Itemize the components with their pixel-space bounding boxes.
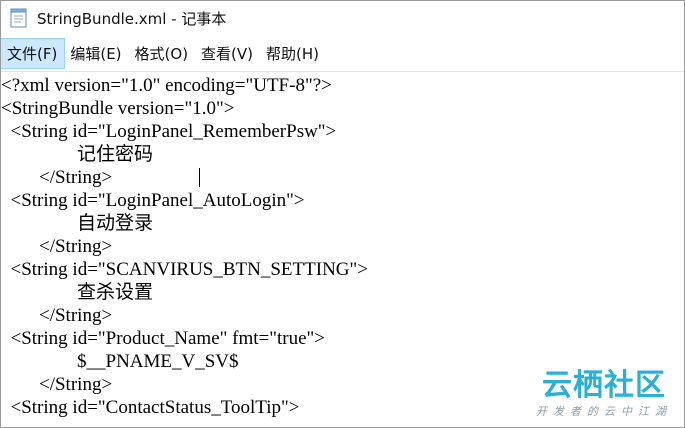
- menu-edit[interactable]: 编辑(E): [64, 39, 128, 68]
- editor-line: <String id="Product_Name" fmt="true">: [1, 328, 326, 349]
- notepad-window: StringBundle.xml - 记事本 文件(F) 编辑(E) 格式(O)…: [0, 0, 685, 428]
- watermark-logo: 云栖社区: [542, 368, 666, 403]
- window-title: StringBundle.xml - 记事本: [37, 9, 227, 28]
- title-bar[interactable]: StringBundle.xml - 记事本: [1, 1, 684, 35]
- menu-view[interactable]: 查看(V): [195, 39, 260, 68]
- editor-line: <String id="LoginPanel_RememberPsw">: [1, 121, 337, 142]
- editor-line: <?xml version="1.0" encoding="UTF-8"?>: [1, 75, 332, 96]
- editor-line: </String>: [1, 305, 113, 326]
- editor-line: </String>: [1, 167, 113, 188]
- editor-line: 查杀设置: [1, 282, 154, 303]
- editor-line: <StringBundle version="1.0">: [1, 98, 235, 119]
- editor-line: 自动登录: [1, 213, 154, 234]
- menu-format[interactable]: 格式(O): [129, 39, 196, 68]
- watermark-subtitle: 开发者的云中江湖: [536, 405, 672, 418]
- editor-line: <String id="ContactStatus_ToolTip">: [1, 397, 300, 418]
- editor-line: $__PNAME_V_SV$: [1, 351, 239, 372]
- text-caret: [199, 168, 200, 187]
- editor-line: 记住密码: [1, 144, 154, 165]
- menu-bar: 文件(F) 编辑(E) 格式(O) 查看(V) 帮助(H): [1, 37, 684, 69]
- menu-help[interactable]: 帮助(H): [260, 39, 326, 68]
- menu-file[interactable]: 文件(F): [1, 37, 66, 69]
- editor-line: <String id="SCANVIRUS_BTN_SETTING">: [1, 259, 368, 280]
- editor-line: </String>: [1, 236, 113, 257]
- notepad-icon: [10, 8, 28, 28]
- watermark: 云栖社区 开发者的云中江湖: [536, 369, 672, 419]
- editor-line: <String id="LoginPanel_AutoLogin">: [1, 190, 305, 211]
- editor-line: </String>: [1, 374, 113, 395]
